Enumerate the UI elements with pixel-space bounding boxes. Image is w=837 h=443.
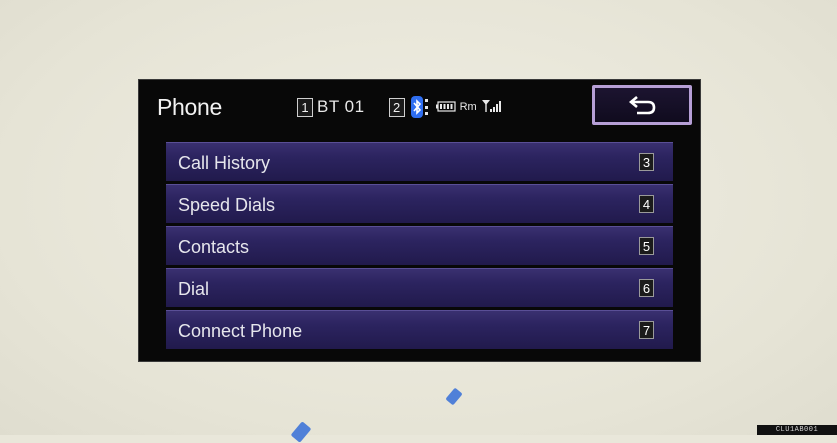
device-name: BT 01 [317,97,365,116]
menu-item-label: Speed Dials [178,195,276,215]
menu-item-number: 5 [639,237,654,255]
back-arrow-icon [628,96,656,115]
roaming-indicator: Rm [459,101,477,113]
menu-item-contacts[interactable]: Contacts 5 [166,226,673,265]
back-button[interactable] [592,85,692,125]
menu-item-number: 4 [639,195,654,213]
menu-item-number: 6 [639,279,654,297]
menu-item-call-history[interactable]: Call History 3 [166,142,673,181]
slot-number-2: 2 [388,97,405,117]
header-bar: Phone 1 BT 01 2 Rm [139,80,700,138]
menu-item-number: 3 [639,153,654,171]
status-bar: 1 BT 01 2 Rm [297,95,502,119]
battery-icon [435,97,456,117]
menu-item-speed-dials[interactable]: Speed Dials 4 [166,184,673,223]
phone-menu: Call History 3 Speed Dials 4 Contacts 5 … [166,142,673,352]
signal-strength-icon [481,97,502,117]
menu-item-label: Connect Phone [178,321,303,341]
phone-screen: Phone 1 BT 01 2 Rm Call History 3 Speed … [139,80,700,361]
image-code-label: CLU1AB001 [757,425,837,435]
menu-item-label: Call History [178,153,271,173]
menu-item-dial[interactable]: Dial 6 [166,268,673,307]
menu-item-number: 7 [639,321,654,339]
bluetooth-battery-level-icon [424,99,428,115]
page-title: Phone [157,94,223,120]
bluetooth-icon [410,96,423,118]
menu-item-label: Dial [178,279,210,299]
slot-number-1: 1 [297,97,313,117]
menu-item-connect-phone[interactable]: Connect Phone 7 [166,310,673,349]
menu-item-label: Contacts [178,237,250,257]
